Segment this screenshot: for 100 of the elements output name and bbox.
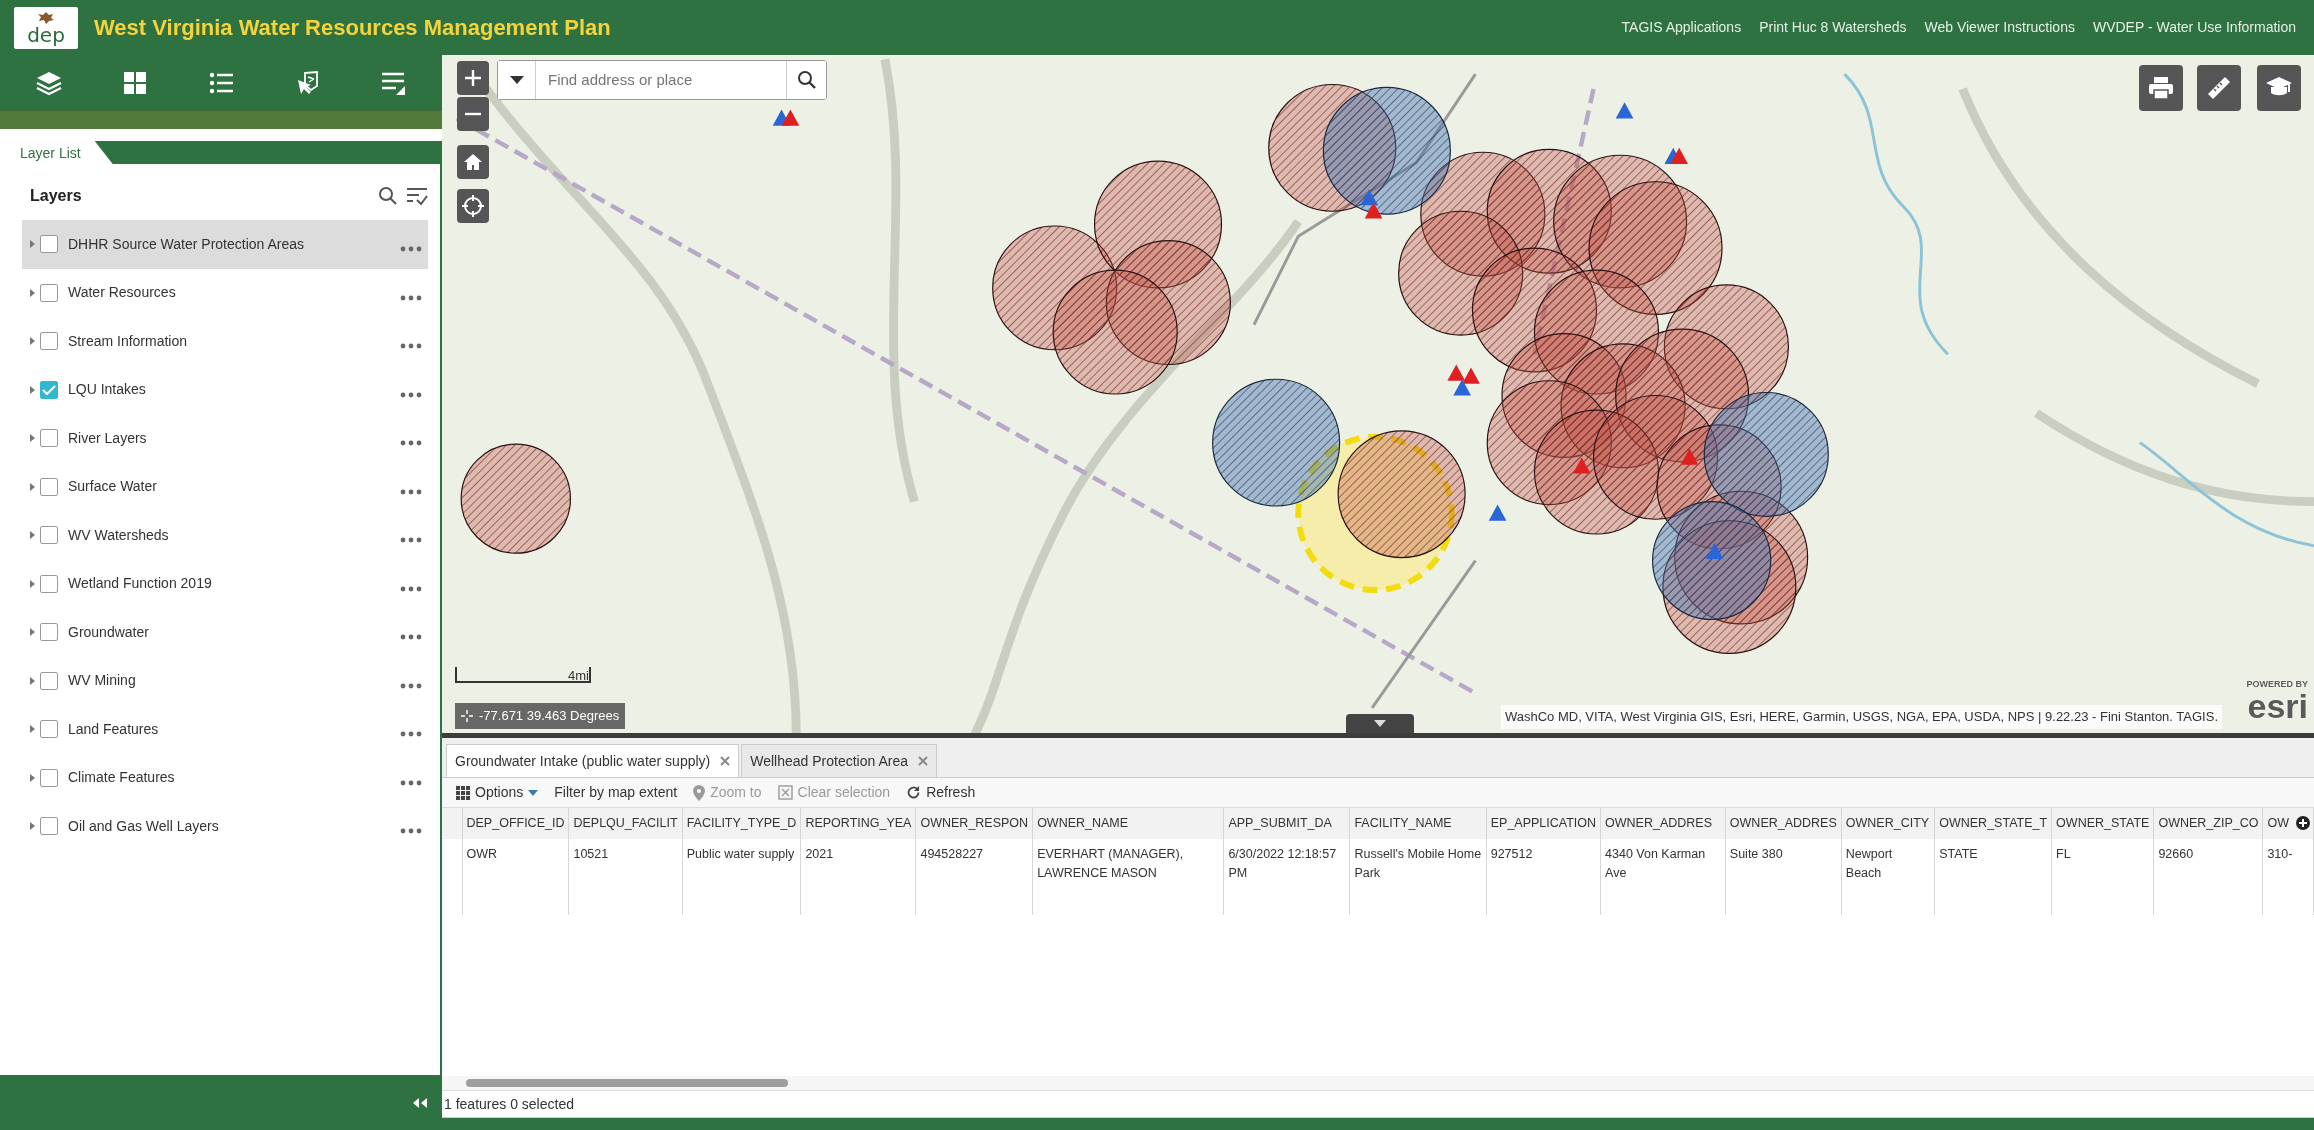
more-icon[interactable] xyxy=(400,488,422,495)
expand-caret-icon[interactable] xyxy=(30,578,36,589)
layer-row[interactable]: Wetland Function 2019 xyxy=(22,559,428,608)
filter-button[interactable]: Filter by map extent xyxy=(554,782,678,803)
search-icon[interactable] xyxy=(786,61,826,99)
more-icon[interactable] xyxy=(400,343,422,350)
triangle-marker[interactable] xyxy=(1572,457,1591,474)
column-header[interactable]: OWNER_STATE_T xyxy=(1934,808,2052,839)
layer-row[interactable]: WV Watersheds xyxy=(22,511,428,560)
expand-caret-icon[interactable] xyxy=(30,287,36,298)
buffer-zones-drawing[interactable] xyxy=(992,83,1829,654)
column-header[interactable]: EP_APPLICATION xyxy=(1486,808,1601,839)
options-dropdown[interactable]: Options xyxy=(456,782,539,803)
column-header[interactable]: DEPLQU_FACILIT xyxy=(568,808,683,839)
header-link[interactable]: WVDEP - Water Use Information xyxy=(2092,17,2296,38)
layer-checkbox[interactable] xyxy=(40,429,58,448)
column-header[interactable]: OWNER_NAME xyxy=(1032,808,1224,839)
crosshair-icon[interactable] xyxy=(461,709,473,722)
more-icon[interactable] xyxy=(400,682,422,689)
layer-checkbox[interactable] xyxy=(40,526,58,545)
close-icon[interactable] xyxy=(720,756,731,766)
layer-checkbox[interactable] xyxy=(40,332,58,351)
close-icon[interactable] xyxy=(917,756,928,766)
expand-caret-icon[interactable] xyxy=(30,239,36,250)
more-icon[interactable] xyxy=(400,585,422,592)
triangle-marker[interactable] xyxy=(1453,379,1471,396)
layer-checkbox[interactable] xyxy=(40,720,58,739)
triangle-marker[interactable] xyxy=(1462,367,1480,384)
triangle-marker[interactable] xyxy=(1488,504,1507,521)
expand-caret-icon[interactable] xyxy=(30,724,36,735)
layer-row[interactable]: River Layers xyxy=(22,414,428,463)
expand-caret-icon[interactable] xyxy=(30,433,36,444)
triangle-marker[interactable] xyxy=(1364,202,1383,219)
header-link[interactable]: Print Huc 8 Watersheds xyxy=(1759,17,1907,38)
expand-caret-icon[interactable] xyxy=(30,627,36,638)
refresh-button[interactable]: Refresh xyxy=(906,782,976,803)
layer-row[interactable]: Stream Information xyxy=(22,317,428,366)
zoom-in-button[interactable] xyxy=(457,61,489,95)
more-icon[interactable] xyxy=(400,779,422,786)
plus-circle-icon[interactable] xyxy=(2296,816,2310,830)
layer-row[interactable]: Climate Features xyxy=(22,753,428,802)
expand-caret-icon[interactable] xyxy=(30,530,36,541)
more-icon[interactable] xyxy=(400,731,422,738)
layer-row[interactable]: WV Mining xyxy=(22,656,428,705)
header-link[interactable]: TAGIS Applications xyxy=(1621,17,1742,38)
column-header[interactable]: APP_SUBMIT_DA xyxy=(1223,808,1350,839)
layer-checkbox[interactable] xyxy=(40,623,58,642)
collapse-icon[interactable] xyxy=(412,1096,428,1109)
expand-caret-icon[interactable] xyxy=(30,772,36,783)
horizontal-scrollbar[interactable] xyxy=(466,1079,788,1087)
column-header[interactable]: OWNER_STATE xyxy=(2051,808,2154,839)
table-tab[interactable]: Wellhead Protection Area xyxy=(741,744,937,777)
column-header[interactable]: OWNER_RESPON xyxy=(915,808,1033,839)
buffer-circle[interactable] xyxy=(460,443,572,554)
more-icon[interactable] xyxy=(400,391,422,398)
expand-caret-icon[interactable] xyxy=(30,821,36,832)
expand-caret-icon[interactable] xyxy=(30,675,36,686)
column-header[interactable]: DEP_OFFICE_ID xyxy=(462,808,569,839)
layer-checkbox[interactable] xyxy=(40,380,58,399)
column-header[interactable]: REPORTING_YEA xyxy=(800,808,916,839)
table-tab[interactable]: Groundwater Intake (public water supply) xyxy=(446,744,740,777)
column-header[interactable]: FACILITY_NAME xyxy=(1349,808,1487,839)
column-header[interactable]: OWNER_CITY xyxy=(1841,808,1935,839)
print-button[interactable] xyxy=(2139,65,2183,111)
layer-row[interactable]: DHHR Source Water Protection Areas xyxy=(22,220,428,269)
column-header[interactable]: FACILITY_TYPE_D xyxy=(682,808,801,839)
filter-list-icon[interactable] xyxy=(406,186,428,206)
column-header[interactable]: OWNER_ADDRES xyxy=(1600,808,1726,839)
layer-row[interactable]: Land Features xyxy=(22,705,428,754)
expand-caret-icon[interactable] xyxy=(30,336,36,347)
book-cap-button[interactable] xyxy=(2257,65,2301,111)
triangle-marker[interactable] xyxy=(1360,189,1378,206)
locate-button[interactable] xyxy=(457,189,489,223)
zoom-out-button[interactable] xyxy=(457,97,489,131)
layer-row[interactable]: LQU Intakes xyxy=(22,365,428,414)
triangle-marker[interactable] xyxy=(1705,542,1724,560)
triangle-marker[interactable] xyxy=(781,109,800,126)
panel-toggle-button[interactable] xyxy=(1346,714,1414,733)
more-icon[interactable] xyxy=(400,828,422,835)
more-icon[interactable] xyxy=(400,537,422,544)
expand-caret-icon[interactable] xyxy=(30,384,36,395)
header-link[interactable]: Web Viewer Instructions xyxy=(1924,17,2075,38)
expand-caret-icon[interactable] xyxy=(30,481,36,492)
layer-row[interactable]: Surface Water xyxy=(22,462,428,511)
layer-checkbox[interactable] xyxy=(40,671,58,690)
layer-checkbox[interactable] xyxy=(40,768,58,787)
column-header[interactable]: OWNER_ADDRES xyxy=(1725,808,1842,839)
more-icon[interactable] xyxy=(400,440,422,447)
layer-checkbox[interactable] xyxy=(40,477,58,496)
layer-checkbox[interactable] xyxy=(40,235,58,254)
column-header[interactable]: OWNER_ZIP_CO xyxy=(2153,808,2263,839)
layer-row[interactable]: Oil and Gas Well Layers xyxy=(22,802,428,851)
home-button[interactable] xyxy=(457,145,489,179)
more-icon[interactable] xyxy=(400,246,422,253)
layer-checkbox[interactable] xyxy=(40,283,58,302)
triangle-marker[interactable] xyxy=(1670,147,1689,165)
triangle-marker[interactable] xyxy=(1680,448,1699,465)
triangle-marker[interactable] xyxy=(1447,364,1466,381)
search-icon[interactable] xyxy=(378,186,398,206)
triangle-marker[interactable] xyxy=(1615,102,1634,119)
